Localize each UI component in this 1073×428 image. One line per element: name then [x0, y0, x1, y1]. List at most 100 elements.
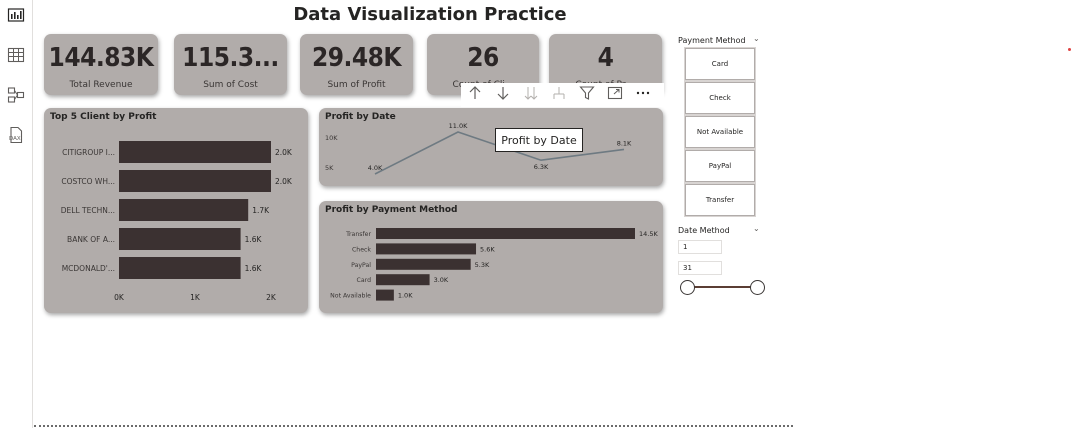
visual-tooltip: Profit by Date [495, 128, 583, 152]
category-label: DELL TECHN... [61, 206, 115, 215]
profit-by-payment-bar-chart: Transfer 14.5K Check 5.6K PayPal 5.3K Card 3.0K… [330, 228, 658, 301]
kpi-label: Total Revenue [69, 80, 133, 90]
chevron-down-icon[interactable]: ⌄ [753, 224, 760, 233]
category-label: Check [352, 246, 371, 253]
category-label: Card [357, 277, 372, 284]
date-end-input[interactable]: 31 [678, 261, 722, 275]
data-label: 14.5K [639, 230, 658, 238]
date-range-slider-track[interactable] [687, 286, 757, 288]
canvas-boundary [34, 425, 793, 427]
profit-by-date-line-chart: 10K 5K 4.0K 11.0K 6.3K 8.1K [325, 122, 632, 175]
report-view-button[interactable] [3, 5, 29, 29]
table-view-button[interactable] [3, 45, 29, 69]
top-clients-bar-chart: CITIGROUP I... 2.0K COSTCO WH... 2.0K DELL T… [61, 141, 293, 302]
dax-query-icon: DAX [7, 126, 25, 148]
chevron-down-icon[interactable]: ⌄ [753, 34, 760, 43]
bar[interactable] [119, 228, 241, 250]
more-options-icon [635, 85, 651, 105]
date-slider-start-handle[interactable] [680, 280, 695, 295]
category-label: Not Available [330, 293, 371, 300]
bar[interactable] [376, 274, 430, 286]
category-label: BANK OF A... [67, 235, 115, 244]
date-slicer-header: Date Method [678, 226, 730, 235]
bar[interactable] [119, 199, 249, 221]
more-options-button[interactable] [629, 83, 657, 107]
kpi-value: 26 [467, 43, 499, 73]
slicer-tile-check[interactable]: Check [685, 82, 755, 114]
model-view-button[interactable] [3, 85, 29, 109]
kpi-label: Sum of Profit [327, 80, 386, 90]
kpi-label: Sum of Cost [203, 80, 258, 90]
dax-label: DAX [9, 136, 21, 142]
data-label: 6.3K [534, 163, 549, 171]
data-label: 1.0K [398, 292, 413, 300]
focus-mode-icon [607, 85, 623, 105]
x-tick-label: 2K [266, 293, 277, 302]
bar[interactable] [119, 141, 271, 163]
bar[interactable] [119, 170, 271, 192]
table-grid-icon [7, 46, 25, 68]
y-tick-label: 5K [325, 164, 334, 172]
data-label: 5.6K [480, 245, 495, 253]
category-label: Transfer [345, 231, 371, 238]
arrow-down-icon [495, 85, 511, 105]
slicer-tile-paypal[interactable]: PayPal [685, 150, 755, 182]
page-title: Data Visualization Practice [293, 4, 567, 25]
bar[interactable] [376, 258, 471, 270]
double-arrow-down-icon [523, 85, 539, 105]
status-dot [1068, 48, 1071, 51]
payment-slicer-header: Payment Method [678, 36, 746, 45]
go-to-next-level-button[interactable] [517, 83, 545, 107]
dax-query-view-button[interactable]: DAX [3, 125, 29, 149]
profit-by-payment-chart-card[interactable]: Profit by Payment Method Transfer 14.5K Ch… [319, 201, 663, 313]
data-label: 4.0K [368, 164, 383, 172]
kpi-card-sum-of-profit[interactable]: 29.48K Sum of Profit [300, 34, 413, 95]
data-label: 2.0K [275, 177, 293, 186]
expand-hierarchy-button[interactable] [545, 83, 573, 107]
data-label: 1.7K [252, 206, 270, 215]
arrow-up-icon [467, 85, 483, 105]
data-label: 8.1K [617, 139, 632, 147]
data-label: 11.0K [449, 122, 468, 130]
data-label: 2.0K [275, 148, 293, 157]
focus-mode-button[interactable] [601, 83, 629, 107]
bar-chart-icon [7, 6, 25, 28]
powerbi-report-window: DAX Data Visualization Practice 144.83K … [0, 0, 1073, 428]
x-tick-label: 0K [114, 293, 125, 302]
bar[interactable] [376, 243, 477, 255]
category-label: PayPal [351, 262, 371, 269]
slicer-tile-transfer[interactable]: Transfer [685, 184, 755, 216]
data-label: 3.0K [434, 276, 449, 284]
date-slider-end-handle[interactable] [750, 280, 765, 295]
profit-by-date-chart-card[interactable]: Profit by Date 10K 5K 4.0K 11.0K 6.3K 8.1K [319, 108, 663, 186]
drill-up-button[interactable] [461, 83, 489, 107]
filter-icon [579, 85, 595, 105]
filter-button[interactable] [573, 83, 601, 107]
kpi-value: 4 [597, 43, 614, 73]
data-label: 1.6K [245, 235, 263, 244]
bar[interactable] [119, 257, 241, 279]
view-rail: DAX [0, 0, 33, 428]
kpi-card-total-revenue[interactable]: 144.83K Total Revenue [44, 34, 158, 95]
kpi-card-sum-of-cost[interactable]: 115.3... Sum of Cost [174, 34, 287, 95]
category-label: CITIGROUP I... [62, 148, 115, 157]
data-label: 5.3K [475, 261, 490, 269]
top-clients-chart-card[interactable]: Top 5 Client by Profit CITIGROUP I... 2.0… [44, 108, 308, 313]
kpi-value: 115.3... [182, 43, 279, 73]
slicer-tile-card[interactable]: Card [685, 48, 755, 80]
drill-down-button[interactable] [489, 83, 517, 107]
slicer-tile-not-available[interactable]: Not Available [685, 116, 755, 148]
x-tick-label: 1K [190, 293, 201, 302]
category-label: COSTCO WH... [61, 177, 115, 186]
kpi-value: 29.48K [311, 43, 402, 73]
visual-header-toolbar [461, 83, 664, 107]
kpi-value: 144.83K [48, 43, 154, 73]
bar[interactable] [376, 228, 635, 239]
y-tick-label: 10K [325, 134, 338, 142]
model-diagram-icon [7, 86, 25, 108]
data-label: 1.6K [245, 264, 263, 273]
date-start-input[interactable]: 1 [678, 240, 722, 254]
category-label: MCDONALD'... [62, 264, 115, 273]
expand-hierarchy-icon [551, 85, 567, 105]
bar[interactable] [376, 289, 394, 301]
